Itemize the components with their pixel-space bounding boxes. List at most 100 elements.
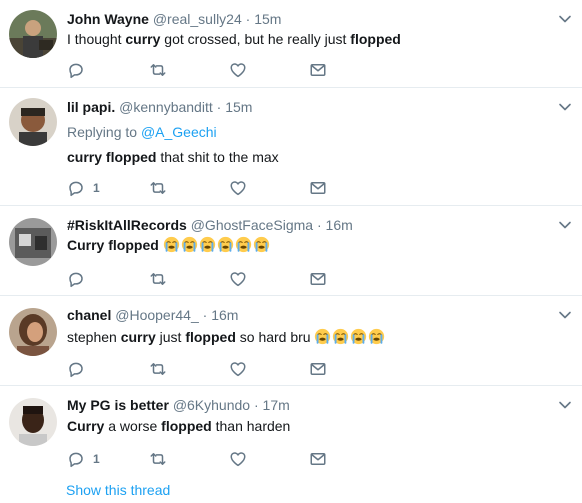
retweet-button[interactable]	[148, 269, 168, 289]
avatar[interactable]	[9, 98, 57, 146]
avatar[interactable]	[9, 218, 57, 266]
tweet-header: John Wayne @real_sully24 · 15m	[67, 10, 281, 28]
reply-button[interactable]	[67, 359, 93, 379]
loudly-crying-face-emoji	[368, 328, 385, 345]
retweet-button[interactable]	[148, 359, 168, 379]
reply-count: 1	[93, 181, 100, 195]
retweet-icon	[148, 179, 168, 197]
retweet-button[interactable]	[148, 60, 168, 80]
retweet-icon	[148, 450, 168, 468]
reply-icon	[67, 270, 85, 288]
envelope-icon	[309, 270, 327, 288]
direct-message-button[interactable]	[309, 359, 327, 379]
loudly-crying-face-emoji	[253, 236, 270, 253]
avatar[interactable]	[9, 398, 57, 446]
user-handle[interactable]: @GhostFaceSigma	[191, 217, 313, 233]
reply-button[interactable]	[67, 60, 93, 80]
like-button[interactable]	[229, 269, 247, 289]
text-highlight: flopped	[350, 31, 401, 47]
tweet-text: stephen curry just flopped so hard bru	[67, 328, 386, 346]
reply-button[interactable]: 1	[67, 449, 100, 469]
display-name[interactable]: John Wayne	[67, 11, 149, 27]
tweet-text: curry flopped that shit to the max	[67, 148, 279, 166]
tweet-2[interactable]: lil papi. @kennybanditt · 15m Replying t…	[0, 88, 582, 206]
direct-message-button[interactable]	[309, 178, 327, 198]
tweet-4[interactable]: chanel @Hooper44_ · 16m stephen curry ju…	[0, 296, 582, 386]
mention-link[interactable]: @A_Geechi	[141, 124, 217, 140]
separator-dot: ·	[316, 217, 322, 233]
separator-dot: ·	[202, 307, 208, 323]
separator-dot: ·	[216, 99, 222, 115]
timestamp[interactable]: 17m	[263, 397, 290, 413]
chevron-down-icon[interactable]	[558, 100, 572, 114]
tweet-header: lil papi. @kennybanditt · 15m	[67, 98, 252, 116]
user-handle[interactable]: @kennybanditt	[119, 99, 213, 115]
reply-icon	[67, 450, 85, 468]
like-button[interactable]	[229, 449, 247, 469]
tweet-3[interactable]: #RiskItAllRecords @GhostFaceSigma · 16m …	[0, 206, 582, 296]
like-button[interactable]	[229, 178, 247, 198]
loudly-crying-face-emoji	[314, 328, 331, 345]
text-segment: got crossed, but he really just	[160, 31, 351, 47]
envelope-icon	[309, 61, 327, 79]
reply-count: 1	[93, 452, 100, 466]
timestamp[interactable]: 15m	[254, 11, 281, 27]
display-name[interactable]: My PG is better	[67, 397, 169, 413]
timestamp[interactable]: 16m	[326, 217, 353, 233]
tweet-actions: 1	[67, 449, 367, 469]
retweet-icon	[148, 270, 168, 288]
user-handle[interactable]: @6Kyhundo	[173, 397, 250, 413]
tweet-header: chanel @Hooper44_ · 16m	[67, 306, 238, 324]
tweet-actions	[67, 60, 367, 80]
chevron-down-icon[interactable]	[558, 12, 572, 26]
timestamp[interactable]: 16m	[211, 307, 238, 323]
heart-icon	[229, 450, 247, 468]
chevron-down-icon[interactable]	[558, 218, 572, 232]
avatar[interactable]	[9, 308, 57, 356]
retweet-icon	[148, 61, 168, 79]
display-name[interactable]: #RiskItAllRecords	[67, 217, 187, 233]
like-button[interactable]	[229, 359, 247, 379]
text-highlight: curry	[120, 329, 156, 345]
envelope-icon	[309, 450, 327, 468]
text-highlight: Curry	[67, 418, 105, 434]
avatar[interactable]	[9, 10, 57, 58]
tweet-text: I thought curry got crossed, but he real…	[67, 30, 401, 48]
tweet-text: Curry flopped	[67, 236, 271, 254]
reply-button[interactable]: 1	[67, 178, 100, 198]
separator-dot: ·	[245, 11, 251, 27]
emoji-row	[314, 328, 386, 345]
user-handle[interactable]: @Hooper44_	[115, 307, 199, 323]
text-highlight: flopped	[185, 329, 236, 345]
text-highlight: flopped	[105, 149, 157, 165]
text-segment: stephen	[67, 329, 121, 345]
direct-message-button[interactable]	[309, 449, 327, 469]
reply-button[interactable]	[67, 269, 93, 289]
user-handle[interactable]: @real_sully24	[153, 11, 242, 27]
text-highlight: flopped	[108, 237, 159, 253]
loudly-crying-face-emoji	[181, 236, 198, 253]
tweet-header: #RiskItAllRecords @GhostFaceSigma · 16m	[67, 216, 353, 234]
direct-message-button[interactable]	[309, 60, 327, 80]
direct-message-button[interactable]	[309, 269, 327, 289]
retweet-button[interactable]	[148, 178, 168, 198]
text-segment: that shit to the max	[156, 149, 279, 165]
loudly-crying-face-emoji	[163, 236, 180, 253]
tweet-1[interactable]: John Wayne @real_sully24 · 15m I thought…	[0, 0, 582, 88]
timestamp[interactable]: 15m	[225, 99, 252, 115]
replying-to: Replying to @A_Geechi	[67, 123, 217, 141]
chevron-down-icon[interactable]	[558, 398, 572, 412]
envelope-icon	[309, 360, 327, 378]
show-thread-link[interactable]: Show this thread	[66, 482, 170, 498]
heart-icon	[229, 270, 247, 288]
text-highlight: curry	[125, 31, 161, 47]
loudly-crying-face-emoji	[332, 328, 349, 345]
chevron-down-icon[interactable]	[558, 308, 572, 322]
retweet-button[interactable]	[148, 449, 168, 469]
display-name[interactable]: lil papi.	[67, 99, 115, 115]
heart-icon	[229, 61, 247, 79]
reply-icon	[67, 179, 85, 197]
display-name[interactable]: chanel	[67, 307, 111, 323]
tweet-actions	[67, 359, 367, 379]
like-button[interactable]	[229, 60, 247, 80]
